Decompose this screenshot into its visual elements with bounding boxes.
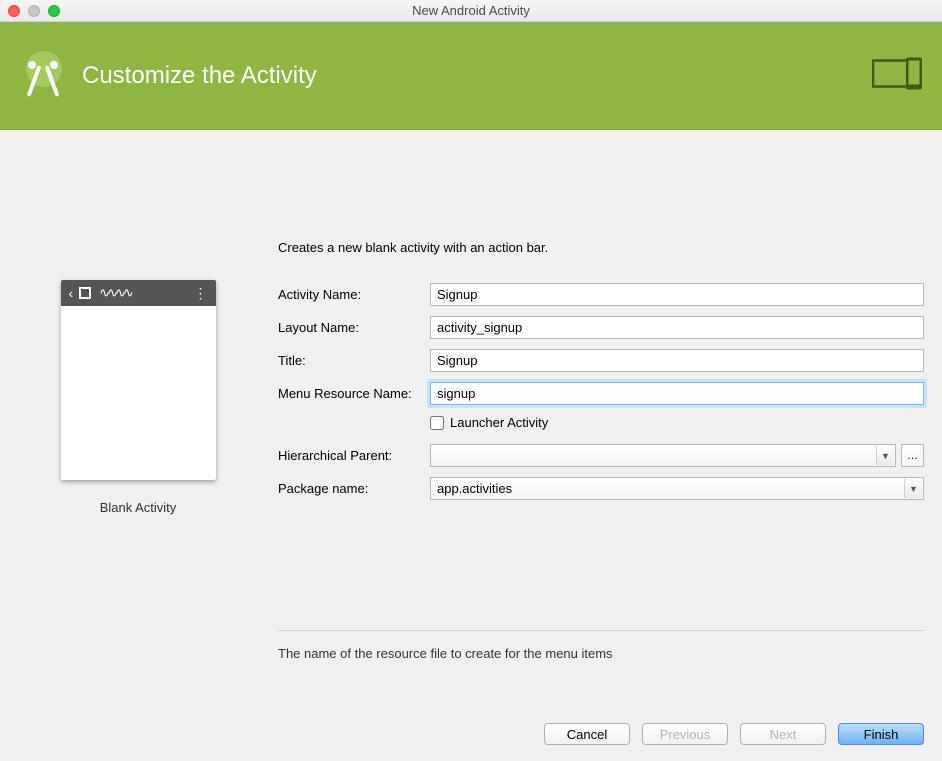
cancel-button[interactable]: Cancel [544, 723, 630, 745]
ellipsis-icon: … [907, 450, 918, 462]
template-description: Creates a new blank activity with an act… [278, 240, 924, 255]
preview-appicon-icon [79, 287, 91, 299]
activity-name-input[interactable] [430, 283, 924, 306]
preview-back-icon: ‹ [69, 285, 74, 301]
title-label: Title: [278, 353, 430, 368]
activity-name-label: Activity Name: [278, 287, 430, 302]
template-preview: ‹ ∿∿∿∿ ⋮ [61, 280, 216, 480]
horizontal-separator [278, 630, 924, 631]
previous-button[interactable]: Previous [642, 723, 728, 745]
package-name-value: app.activities [437, 481, 512, 496]
hierarchical-parent-browse-button[interactable]: … [901, 444, 924, 467]
chevron-down-icon: ▼ [876, 446, 894, 465]
finish-button[interactable]: Finish [838, 723, 924, 745]
chevron-down-icon: ▼ [904, 479, 922, 498]
banner-title: Customize the Activity [82, 62, 317, 90]
title-input[interactable] [430, 349, 924, 372]
window-title: New Android Activity [0, 3, 942, 18]
preview-title-squiggle-icon: ∿∿∿∿ [99, 285, 131, 301]
hierarchical-parent-label: Hierarchical Parent: [278, 448, 430, 463]
hierarchical-parent-select[interactable] [430, 444, 896, 467]
menu-resource-label: Menu Resource Name: [278, 386, 430, 401]
launcher-activity-label: Launcher Activity [450, 415, 548, 430]
package-name-label: Package name: [278, 481, 430, 496]
package-name-select[interactable]: app.activities [430, 477, 924, 500]
next-button[interactable]: Next [740, 723, 826, 745]
mobile-device-icon [872, 56, 924, 95]
wizard-banner: Customize the Activity [0, 22, 942, 130]
layout-name-input[interactable] [430, 316, 924, 339]
launcher-activity-checkbox[interactable] [430, 416, 444, 430]
menu-resource-input[interactable] [430, 382, 924, 405]
preview-overflow-icon: ⋮ [194, 285, 208, 302]
field-hint: The name of the resource file to create … [278, 646, 924, 661]
template-name-label: Blank Activity [18, 500, 258, 515]
layout-name-label: Layout Name: [278, 320, 430, 335]
window-titlebar: New Android Activity [0, 0, 942, 22]
android-studio-logo-icon [20, 51, 70, 101]
